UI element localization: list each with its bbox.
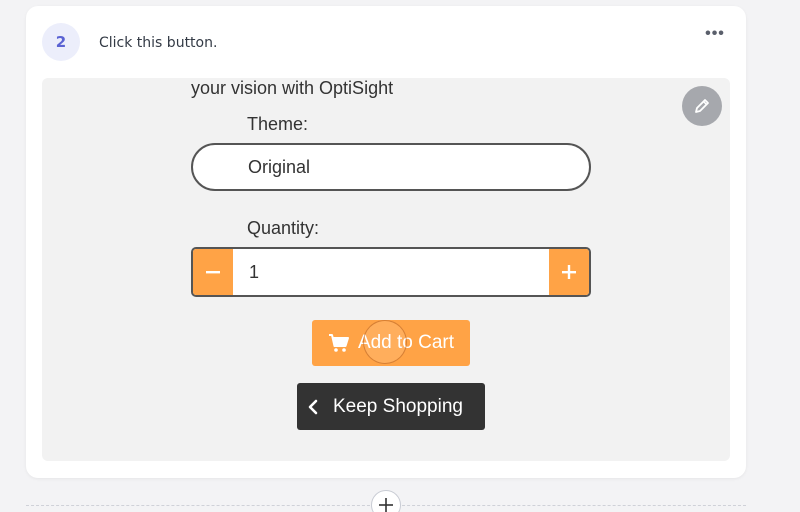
plus-icon	[562, 265, 576, 279]
theme-select[interactable]: Original	[191, 143, 591, 191]
more-options-button[interactable]: •••	[702, 24, 728, 44]
click-indicator	[363, 320, 407, 364]
step-card: 2 Click this button. ••• your vision wit…	[26, 6, 746, 478]
keep-shopping-button[interactable]: Keep Shopping	[297, 383, 485, 430]
more-horizontal-icon: •••	[705, 25, 725, 42]
minus-icon	[206, 271, 220, 274]
theme-label: Theme:	[247, 114, 309, 134]
add-step-button[interactable]	[371, 490, 401, 512]
quantity-stepper: 1	[191, 247, 591, 297]
step-instruction[interactable]: Click this button.	[99, 35, 217, 51]
plus-icon	[379, 498, 393, 512]
edit-screenshot-button[interactable]	[682, 86, 722, 126]
keep-shopping-label: Keep Shopping	[333, 395, 463, 417]
step-number-badge: 2	[42, 23, 80, 61]
quantity-increase-button[interactable]	[549, 249, 589, 295]
heading-fragment: your vision with OptiSight	[191, 78, 394, 98]
cart-icon	[328, 334, 349, 352]
quantity-label: Quantity:	[247, 218, 320, 238]
pencil-icon	[695, 99, 709, 113]
quantity-decrease-button[interactable]	[193, 249, 233, 295]
step-screenshot: your vision with OptiSight Theme: Origin…	[42, 78, 730, 461]
quantity-input[interactable]: 1	[233, 249, 549, 295]
theme-value: Original	[248, 156, 311, 177]
chevron-left-icon	[308, 399, 318, 414]
